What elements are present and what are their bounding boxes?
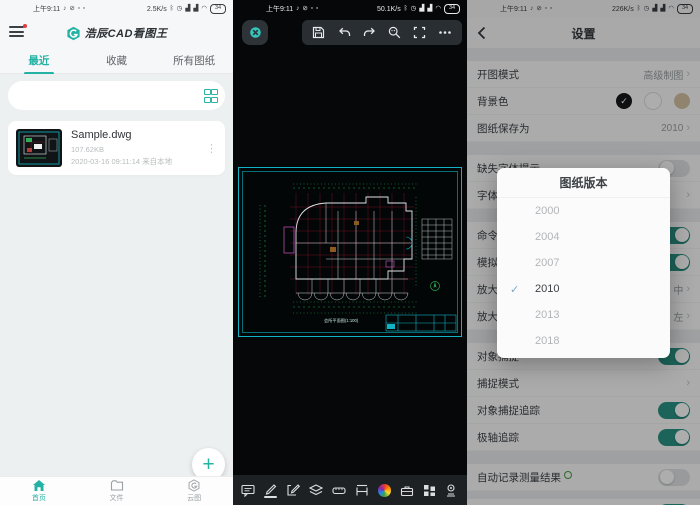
drawing-title-text: 会所平面图(1:100) [324, 317, 359, 324]
blocks-icon[interactable] [423, 484, 436, 497]
signal-icon: ▟ [185, 6, 190, 13]
tab-favorites[interactable]: 收藏 [78, 53, 156, 68]
viewer-panel: 上午9:11 ♪ ⊘ ▫ ▫ 50.1K/s ᛒ ◷ ▟ ▟ ◠ 34 [233, 0, 467, 505]
tab-bar: 最近 收藏 所有图纸 [0, 48, 233, 74]
fullscreen-button[interactable] [413, 26, 426, 39]
screen: 上午9:11 ♪ ⊘ ▫ ▫ 2.5K/s ᛒ ◷ ▟ ▟ ◠ 34 [0, 0, 700, 505]
music-app-icon: ♪ [296, 6, 299, 13]
version-option-2010-selected[interactable]: ✓ 2010 [497, 276, 670, 302]
home-icon [32, 479, 46, 492]
cloud-logo-icon [187, 479, 201, 492]
version-option-2013[interactable]: 2013 [497, 302, 670, 328]
do-not-disturb-icon: ⊘ [69, 6, 74, 13]
signal-icon: ▟ [427, 6, 432, 13]
zoom-magnifier-button[interactable] [388, 26, 401, 39]
nav-home[interactable]: 首页 [0, 477, 78, 505]
alarm-icon: ◷ [177, 6, 183, 13]
logo-icon [66, 26, 81, 41]
status-bar-middle: 上午9:11 ♪ ⊘ ▫ ▫ 50.1K/s ᛒ ◷ ▟ ▟ ◠ 34 [233, 0, 467, 18]
version-option-2018[interactable]: 2018 [497, 328, 670, 354]
app-notification-icon: ▫ [78, 6, 80, 13]
comment-icon[interactable] [241, 484, 255, 497]
notification-dot [23, 24, 27, 28]
view-grid-toggle-icon[interactable] [204, 89, 216, 103]
cad-drawing-canvas[interactable]: 会所平面图(1:100) [238, 167, 462, 337]
redo-button[interactable] [363, 26, 377, 39]
measure-tape-icon[interactable] [332, 484, 346, 497]
status-bar-left: 上午9:11 ♪ ⊘ ▫ ▫ 2.5K/s ᛒ ◷ ▟ ▟ ◠ 34 [0, 0, 233, 18]
save-button[interactable] [312, 26, 325, 39]
app-notification-icon: ▫ [316, 6, 318, 13]
toolbox-icon[interactable] [400, 484, 414, 497]
file-date-source: 2020-03-16 09:11:14 来自本地 [71, 156, 197, 167]
settings-panel: 上午9:11 ♪ ⊘ ▫ ▫ 226K/s ᛒ ◷ ▟ ▟ ◠ 34 设置 [467, 0, 700, 505]
do-not-disturb-icon: ⊘ [302, 6, 307, 13]
network-speed: 50.1K/s [377, 6, 401, 13]
app-title: 浩辰CAD看图王 [85, 25, 168, 41]
nav-files[interactable]: 文件 [78, 477, 156, 505]
clock-text: 上午9:11 [266, 4, 293, 14]
clock-text: 上午9:11 [33, 4, 60, 14]
bluetooth-icon: ᛒ [404, 6, 408, 13]
stamp-icon[interactable] [444, 484, 458, 497]
drawing-thumbnail [16, 129, 62, 167]
app-notification-icon: ▫ [83, 6, 85, 13]
undo-button[interactable] [337, 26, 351, 39]
viewer-bottom-toolbar [233, 475, 467, 505]
folder-icon [110, 479, 124, 492]
draw-pencil-icon[interactable] [264, 483, 277, 498]
menu-button[interactable] [9, 26, 24, 38]
bottom-nav: 首页 文件 云图 [0, 476, 233, 505]
version-option-2007[interactable]: 2007 [497, 250, 670, 276]
file-size: 107.62KB [71, 144, 197, 155]
search-input[interactable] [8, 81, 225, 110]
battery-icon: 34 [210, 4, 226, 14]
file-list-item[interactable]: Sample.dwg 107.62KB 2020-03-16 09:11:14 … [8, 121, 225, 175]
signal-icon: ▟ [193, 6, 198, 13]
nav-cloud[interactable]: 云图 [155, 477, 233, 505]
file-info: Sample.dwg 107.62KB 2020-03-16 09:11:14 … [71, 129, 197, 167]
wifi-icon: ◠ [201, 6, 207, 13]
network-speed: 2.5K/s [147, 6, 167, 13]
color-wheel-icon[interactable] [378, 484, 391, 497]
dialog-title: 图纸版本 [497, 168, 670, 198]
layers-icon[interactable] [309, 484, 323, 497]
music-app-icon: ♪ [63, 6, 66, 13]
dimension-icon[interactable] [355, 484, 369, 497]
app-logo: 浩辰CAD看图王 [66, 25, 168, 41]
signal-icon: ▟ [419, 6, 424, 13]
file-more-button[interactable]: ⋮ [206, 142, 217, 155]
markup-icon[interactable] [286, 483, 300, 497]
tab-all-drawings[interactable]: 所有图纸 [155, 53, 233, 68]
home-panel: 上午9:11 ♪ ⊘ ▫ ▫ 2.5K/s ᛒ ◷ ▟ ▟ ◠ 34 [0, 0, 233, 505]
version-option-2004[interactable]: 2004 [497, 224, 670, 250]
file-name: Sample.dwg [71, 129, 197, 141]
app-header: 浩辰CAD看图王 [0, 18, 233, 48]
more-button[interactable] [438, 26, 452, 39]
battery-icon: 34 [444, 4, 460, 14]
viewer-toolbar [302, 20, 462, 45]
file-list-area: Sample.dwg 107.62KB 2020-03-16 09:11:14 … [0, 74, 233, 477]
close-icon [250, 27, 261, 38]
drawing-version-dialog: 图纸版本 2000 2004 2007 ✓ 2010 2013 2018 [497, 168, 670, 358]
version-option-2000[interactable]: 2000 [497, 198, 670, 224]
alarm-icon: ◷ [411, 6, 417, 13]
app-notification-icon: ▫ [311, 6, 313, 13]
close-drawing-button[interactable] [242, 20, 268, 45]
check-icon: ✓ [510, 283, 519, 296]
bluetooth-icon: ᛒ [170, 6, 174, 13]
wifi-icon: ◠ [435, 6, 441, 13]
tab-recent[interactable]: 最近 [0, 53, 78, 68]
